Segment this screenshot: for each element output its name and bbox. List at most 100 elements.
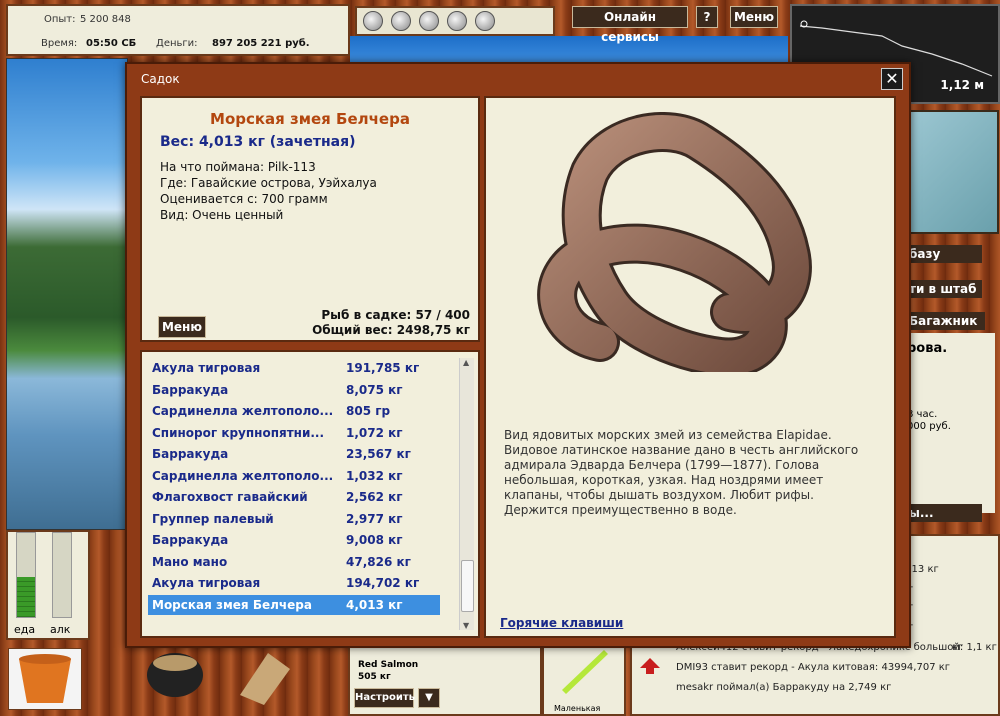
scroll-up-icon[interactable]: ▲ bbox=[463, 358, 469, 367]
fish-name: Морская змея Белчера bbox=[210, 110, 410, 128]
fish-description: Вид ядовитых морских змей из семейства E… bbox=[504, 428, 859, 517]
fish-name: Мано мано bbox=[152, 554, 228, 569]
list-item[interactable]: Барракуда 8,075 кг bbox=[148, 380, 440, 400]
fish-name: Акула тигровая bbox=[152, 361, 261, 375]
fish-menu-button[interactable]: Меню bbox=[158, 316, 206, 338]
list-item[interactable]: Сардинелла желтополо... 1,032 кг bbox=[148, 466, 440, 486]
depth-value: 1,12 м bbox=[940, 78, 984, 92]
record-arrow-icon bbox=[640, 658, 660, 674]
sack-icon[interactable] bbox=[228, 645, 298, 707]
fish-weight: 4,013 кг bbox=[346, 597, 403, 612]
fish-name: Барракуда bbox=[152, 382, 229, 397]
keepnet-dialog: Садок ✕ Морская змея Белчера Вес: 4,013 … bbox=[125, 62, 911, 648]
lure-icon[interactable] bbox=[419, 11, 439, 31]
caught-on: На что поймана: Pilk-113 bbox=[160, 160, 316, 174]
scroll-thumb[interactable] bbox=[461, 560, 474, 612]
total-weight: Общий вес: 2498,75 кг bbox=[312, 323, 470, 337]
money-label: Деньги: bbox=[156, 38, 198, 49]
exp-label: Опыт: bbox=[44, 14, 76, 25]
fish-name: Морская змея Белчера bbox=[152, 597, 312, 612]
location-map[interactable] bbox=[905, 110, 999, 234]
fish-kind: Вид: Очень ценный bbox=[160, 208, 284, 222]
catch-list[interactable]: Акула тигровая 191,785 кг Барракуда 8,075 … bbox=[140, 350, 480, 638]
side-line-2: 000 руб. bbox=[907, 421, 951, 432]
fish-name: Сардинелла желтополо... bbox=[152, 404, 334, 418]
fish-name: Барракуда bbox=[152, 447, 229, 461]
lure-bait-icon bbox=[562, 650, 608, 694]
bait-name: Red Salmon bbox=[358, 660, 419, 670]
fish-weight: Вес: 4,013 кг (зачетная) bbox=[160, 134, 356, 150]
list-scrollbar[interactable]: ▲ ▼ bbox=[459, 358, 474, 630]
money-value: 897 205 221 руб. bbox=[212, 38, 310, 49]
list-item[interactable]: Акула тигровая 191,785 кг bbox=[148, 358, 440, 378]
close-icon[interactable]: ✕ bbox=[881, 68, 903, 90]
side-more-button[interactable]: ы... bbox=[905, 504, 982, 522]
dialog-title: Садок bbox=[141, 72, 180, 86]
online-services-button[interactable]: Онлайн сервисы bbox=[572, 6, 688, 44]
feed-line: mesakr поймал(а) Барракуду на 2,749 кг bbox=[676, 682, 892, 693]
fish-weight: 194,702 кг bbox=[346, 576, 420, 590]
side-line-1: 8 час. bbox=[907, 409, 938, 420]
main-menu-button[interactable]: Меню bbox=[730, 6, 778, 28]
keepnet-totals: Рыб в садке: 57 / 400 Общий вес: 2498,75… bbox=[312, 308, 470, 338]
lure-icon[interactable] bbox=[447, 11, 467, 31]
fish-weight: 1,032 кг bbox=[346, 468, 403, 483]
list-item[interactable]: Мано мано 47,826 кг bbox=[148, 552, 440, 572]
lure-label: Маленькая bbox=[554, 704, 601, 713]
list-item[interactable]: Группер палевый 2,977 кг bbox=[148, 509, 440, 529]
fish-weight: 2,977 кг bbox=[346, 511, 403, 526]
fishing-scene bbox=[6, 58, 128, 530]
to-base-button[interactable]: базу bbox=[905, 245, 982, 263]
bait-amount: 505 кг bbox=[358, 672, 391, 682]
fish-detail-panel: Вид ядовитых морских змей из семейства E… bbox=[484, 96, 896, 638]
fish-info-panel: Морская змея Белчера Вес: 4,013 кг (заче… bbox=[140, 96, 480, 342]
bait-dropdown-button[interactable]: ▼ bbox=[418, 688, 440, 708]
list-item[interactable]: Флагохвост гавайский 2,562 кг bbox=[148, 487, 440, 507]
food-gauge bbox=[16, 532, 36, 618]
fish-weight: 23,567 кг bbox=[346, 447, 411, 461]
alcohol-gauge bbox=[52, 532, 72, 618]
status-gauges: еда алк bbox=[6, 530, 90, 640]
fish-weight: 8,075 кг bbox=[346, 382, 403, 397]
fish-weight: 2,562 кг bbox=[346, 490, 403, 504]
fish-weight: 191,785 кг bbox=[346, 361, 420, 375]
fish-weight: 1,072 кг bbox=[346, 425, 403, 440]
list-item[interactable]: Барракуда 23,567 кг bbox=[148, 444, 440, 464]
lure-icon[interactable] bbox=[363, 11, 383, 31]
list-item[interactable]: Акула тигровая 194,702 кг bbox=[148, 573, 440, 593]
alcohol-label: алк bbox=[50, 623, 71, 636]
fish-name: Спинорог крупнопятни... bbox=[152, 425, 325, 440]
bucket-icon bbox=[19, 654, 71, 703]
fish-weight: 47,826 кг bbox=[346, 554, 411, 569]
fish-name: Сардинелла желтополо... bbox=[152, 468, 334, 483]
bait-panel: Red Salmon 505 кг Настроить ▼ bbox=[348, 640, 542, 716]
player-stats: Опыт: 5 200 848 Время: 05:50 СБ Деньги: … bbox=[6, 4, 350, 56]
help-button[interactable]: ? bbox=[696, 6, 718, 28]
trunk-button[interactable]: Багажник bbox=[905, 312, 985, 330]
fish-name: Группер палевый bbox=[152, 511, 274, 526]
scroll-down-icon[interactable]: ▼ bbox=[463, 621, 469, 630]
cauldron-icon[interactable] bbox=[140, 645, 210, 705]
list-item-selected[interactable]: Морская змея Белчера 4,013 кг bbox=[148, 594, 440, 615]
fish-weight: 9,008 кг bbox=[346, 533, 403, 547]
rated-from: Оценивается с: 700 грамм bbox=[160, 192, 328, 206]
list-item[interactable]: Сардинелла желтополо... 805 гр bbox=[148, 401, 440, 421]
side-title: рова. bbox=[907, 341, 948, 356]
list-item[interactable]: Спинорог крупнопятни... 1,072 кг bbox=[148, 423, 440, 443]
side-info-panel: рова. 8 час. 000 руб. bbox=[905, 333, 995, 513]
lure-panel[interactable]: Маленькая bbox=[542, 640, 626, 716]
lure-slots[interactable] bbox=[355, 6, 555, 36]
catch-location: Где: Гавайские острова, Уэйхалуа bbox=[160, 176, 377, 190]
to-hq-button[interactable]: ти в штаб bbox=[905, 280, 982, 298]
bucket-slot[interactable] bbox=[8, 648, 82, 710]
lure-icon[interactable] bbox=[391, 11, 411, 31]
sea-snake-image bbox=[537, 112, 812, 372]
configure-button[interactable]: Настроить bbox=[354, 688, 415, 708]
time-label: Время: bbox=[41, 38, 78, 49]
fish-name: Флагохвост гавайский bbox=[152, 490, 308, 504]
time-value: 05:50 СБ bbox=[86, 38, 137, 49]
lure-icon[interactable] bbox=[475, 11, 495, 31]
list-item[interactable]: Барракуда 9,008 кг bbox=[148, 530, 440, 550]
hotkeys-link[interactable]: Горячие клавиши bbox=[500, 616, 623, 630]
fish-weight: 805 гр bbox=[346, 404, 391, 418]
